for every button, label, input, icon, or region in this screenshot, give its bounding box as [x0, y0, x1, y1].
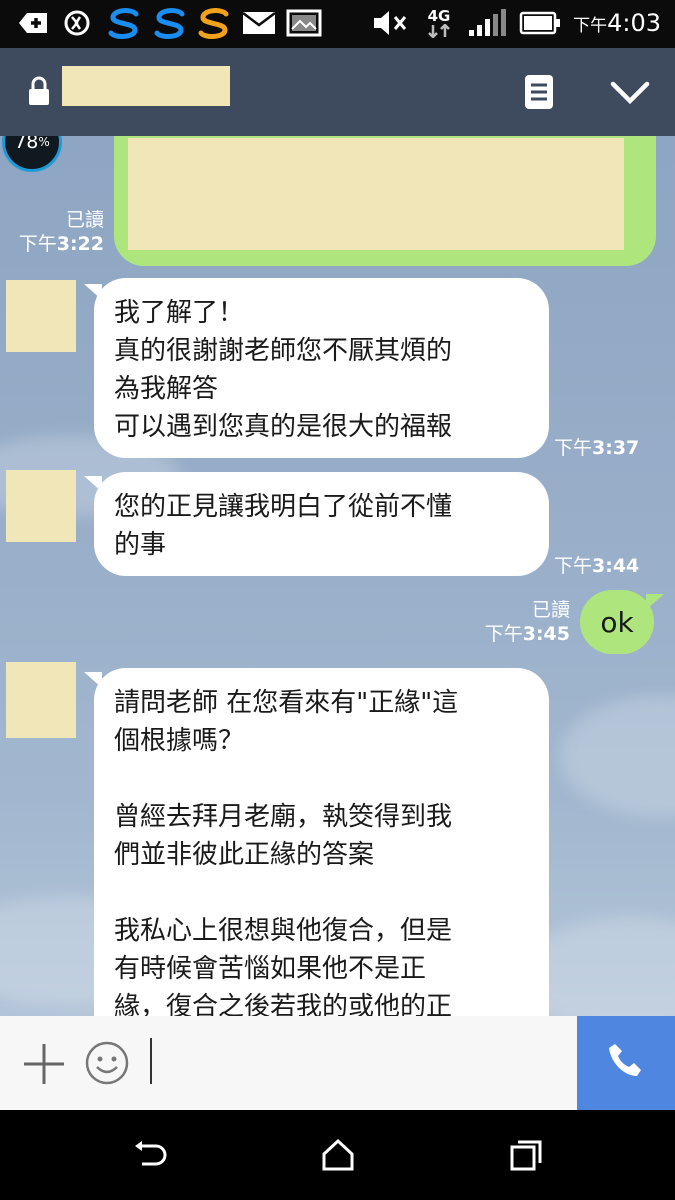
phone-icon	[606, 1041, 646, 1085]
chevron-down-icon[interactable]	[610, 80, 650, 110]
back-icon[interactable]	[128, 1135, 172, 1175]
message-bubble[interactable]: 我了解了！ 真的很謝謝老師您不厭其煩的 為我解答 可以遇到您真的是很大的福報	[94, 278, 549, 458]
message-bubble[interactable]: ok	[580, 590, 654, 654]
message-meta: 已讀 下午3:45	[470, 598, 570, 646]
message-meta: 已讀 下午3:22	[0, 208, 104, 256]
signal-icon	[466, 8, 508, 38]
message-time: 下午3:37	[554, 437, 640, 459]
message-time: 下午3:44	[554, 555, 640, 577]
bubble-tail	[646, 594, 664, 610]
avatar[interactable]	[6, 470, 76, 542]
chat-messages[interactable]: 已讀 下午3:22 我了解了！ 真的很謝謝老師您不厭其煩的 為我解答 可以遇到您…	[0, 136, 675, 1016]
message-bubble[interactable]: 您的正見讓我明白了從前不懂 的事	[94, 472, 549, 576]
system-nav-bar	[0, 1110, 675, 1200]
clock: 下午4:03	[573, 9, 661, 37]
redacted-content	[128, 138, 624, 250]
chat-title-redacted	[62, 66, 230, 106]
message-time: 下午3:22	[18, 233, 104, 255]
mute-icon	[370, 8, 410, 38]
lock-icon	[28, 76, 50, 110]
image-icon	[286, 8, 322, 38]
mail-icon	[242, 8, 276, 38]
recents-icon[interactable]	[504, 1135, 548, 1175]
message-bubble[interactable]	[114, 136, 656, 266]
text-cursor	[150, 1038, 152, 1084]
s-app-icon	[152, 8, 188, 39]
battery-widget[interactable]: 78%	[2, 136, 62, 172]
s-app-icon	[196, 8, 232, 39]
home-icon[interactable]	[316, 1135, 360, 1175]
read-receipt: 已讀	[65, 209, 104, 231]
sync-icon	[60, 8, 94, 38]
network-indicator: 4G	[422, 8, 456, 38]
read-receipt: 已讀	[531, 599, 570, 621]
message-time: 下午3:45	[484, 623, 570, 645]
status-bar: 4G 下午4:03	[0, 0, 675, 48]
avatar[interactable]	[6, 662, 76, 738]
s-app-icon	[106, 8, 142, 39]
message-input[interactable]	[150, 1038, 570, 1088]
plus-icon[interactable]	[22, 1042, 66, 1090]
call-button[interactable]	[577, 1016, 675, 1110]
message-bubble[interactable]: 請問老師 在您看來有"正緣"這 個根據嗎？ 曾經去拜月老廟，執筊得到我 們並非彼…	[94, 668, 549, 1016]
emoji-icon[interactable]	[84, 1040, 130, 1090]
notes-icon[interactable]	[524, 74, 554, 114]
battery-icon	[518, 8, 562, 38]
chat-header	[0, 48, 675, 136]
avatar[interactable]	[6, 280, 76, 352]
plus-icon	[16, 8, 50, 38]
message-input-bar	[0, 1016, 675, 1110]
